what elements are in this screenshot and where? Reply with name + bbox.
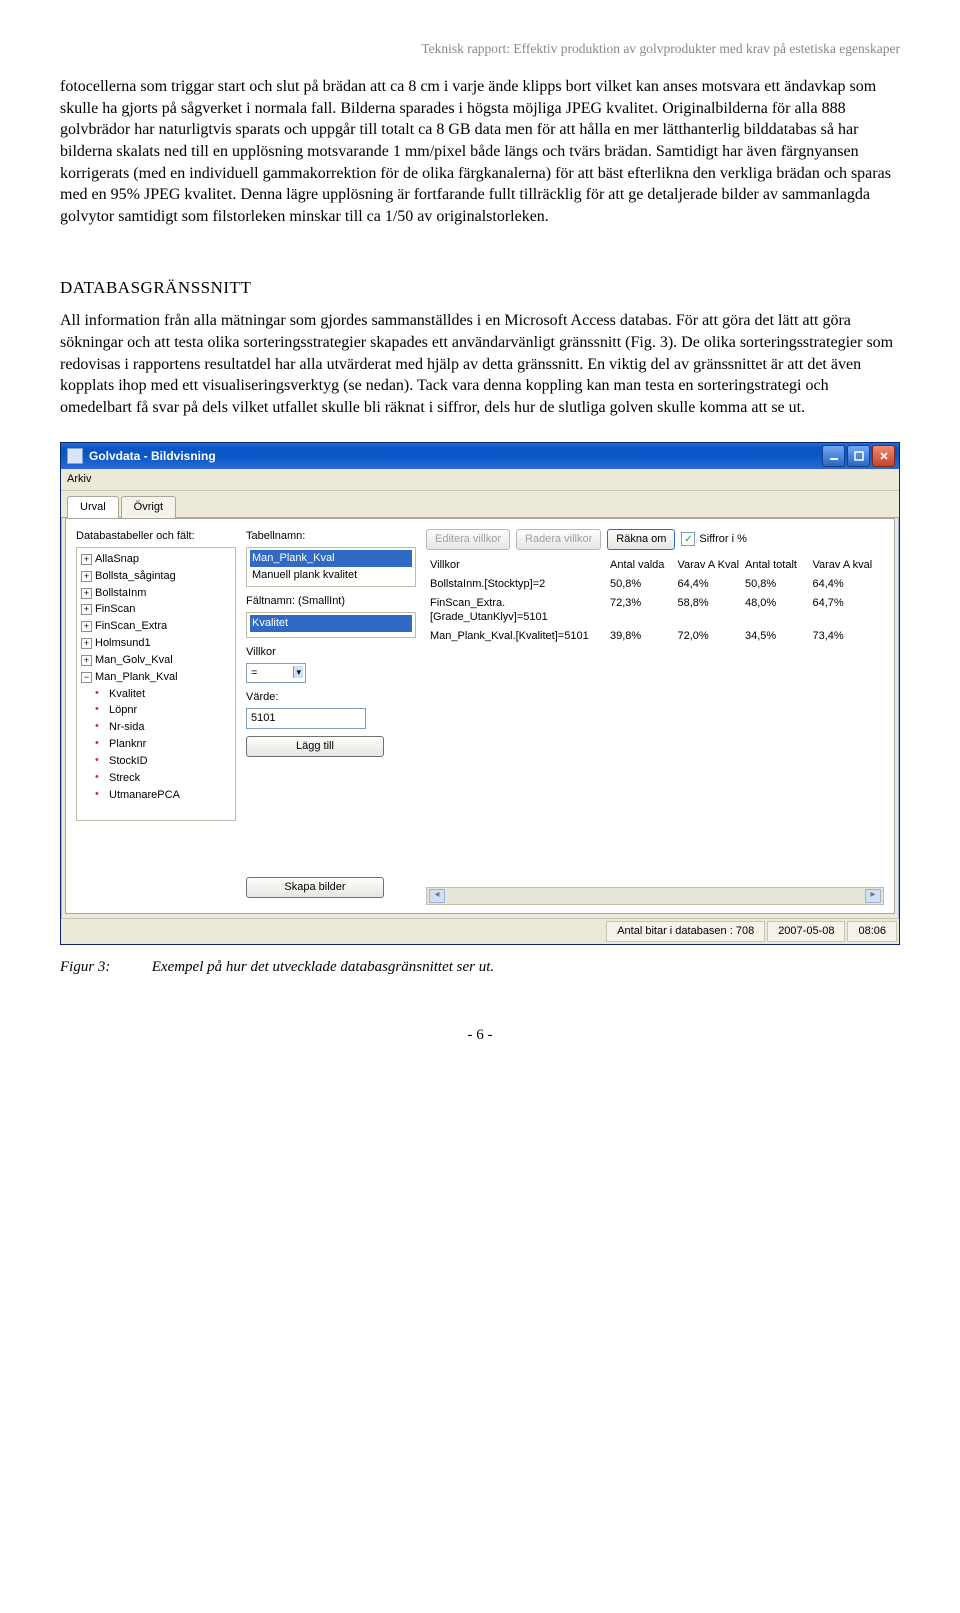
app-window: Golvdata - Bildvisning Arkiv Urval Övrig… [60, 442, 900, 944]
add-button[interactable]: Lägg till [246, 736, 384, 757]
col-head: Varav A Kval [677, 558, 745, 573]
tree-item[interactable]: Holmsund1 [79, 635, 233, 652]
create-images-button[interactable]: Skapa bilder [246, 877, 384, 898]
maximize-button[interactable] [847, 445, 870, 467]
tree-child[interactable]: Kvalitet [79, 686, 233, 703]
tree-label: Databastabeller och fält: [76, 529, 236, 544]
villkor-label: Villkor [246, 645, 416, 660]
status-count: Antal bitar i databasen : 708 [606, 921, 765, 942]
edit-condition-button[interactable]: Editera villkor [426, 529, 510, 550]
villkor-operator-select[interactable]: = [246, 663, 306, 684]
col-head: Antal totalt [745, 558, 813, 573]
cell: 72,3% [610, 596, 678, 626]
value-label: Värde: [246, 690, 416, 705]
tab-ovrigt[interactable]: Övrigt [121, 496, 176, 518]
cell: 48,0% [745, 596, 813, 626]
cell: 64,4% [812, 577, 880, 592]
scroll-right-icon[interactable]: ▸ [865, 889, 881, 903]
delete-condition-button[interactable]: Radera villkor [516, 529, 601, 550]
cell: 72,0% [677, 629, 745, 644]
percent-checkbox-label: Siffror i % [699, 532, 746, 547]
col-head: Antal valda [610, 558, 678, 573]
tab-strip: Urval Övrigt [61, 491, 899, 518]
figure-label: Figur 3: [60, 957, 148, 977]
tree-item[interactable]: AllaSnap [79, 551, 233, 568]
close-button[interactable] [872, 445, 895, 467]
recalc-button[interactable]: Räkna om [607, 529, 675, 550]
table-row[interactable]: Man_Plank_Kval.[Kvalitet]=5101 39,8% 72,… [426, 627, 884, 646]
column-mid: Tabellnamn: Man_Plank_Kval Manuell plank… [246, 529, 416, 905]
minimize-button[interactable] [822, 445, 845, 467]
tree-item[interactable]: Bollsta_sågintag [79, 568, 233, 585]
app-title: Golvdata - Bildvisning [89, 448, 216, 464]
cell: 50,8% [745, 577, 813, 592]
tree-item[interactable]: FinScan_Extra [79, 618, 233, 635]
tab-urval[interactable]: Urval [67, 496, 119, 518]
percent-checkbox[interactable]: ✓ Siffror i % [681, 532, 746, 547]
top-controls: Editera villkor Radera villkor Räkna om … [426, 529, 884, 550]
tree-child[interactable]: Streck [79, 770, 233, 787]
cell: Man_Plank_Kval.[Kvalitet]=5101 [430, 629, 610, 644]
tablename-label: Tabellnamn: [246, 529, 416, 544]
tree-child[interactable]: Planknr [79, 736, 233, 753]
tree-child[interactable]: Löpnr [79, 702, 233, 719]
fieldname-list[interactable]: Kvalitet [246, 612, 416, 638]
client-area: Databastabeller och fält: AllaSnap Bolls… [65, 518, 895, 914]
menu-bar: Arkiv [61, 469, 899, 491]
page-number: - 6 - [60, 1025, 900, 1045]
cell: 34,5% [745, 629, 813, 644]
cell: FinScan_Extra.[Grade_UtanKlyv]=5101 [430, 596, 610, 626]
cell: 39,8% [610, 629, 678, 644]
body-paragraph-1: fotocellerna som triggar start och slut … [60, 76, 900, 227]
tree-item[interactable]: Man_Golv_Kval [79, 652, 233, 669]
menu-arkiv[interactable]: Arkiv [67, 473, 91, 485]
status-bar: Antal bitar i databasen : 708 2007-05-08… [61, 918, 899, 944]
table-row[interactable]: BollstaInm.[Stocktyp]=2 50,8% 64,4% 50,8… [426, 575, 884, 594]
col-head: Villkor [430, 558, 610, 573]
column-right: Editera villkor Radera villkor Räkna om … [426, 529, 884, 905]
cell: 50,8% [610, 577, 678, 592]
cell: 64,4% [677, 577, 745, 592]
table-head: Villkor Antal valda Varav A Kval Antal t… [426, 556, 884, 575]
tree-item[interactable]: BollstaInm [79, 585, 233, 602]
cell: 73,4% [812, 629, 880, 644]
scroll-left-icon[interactable]: ◂ [429, 889, 445, 903]
tree-child[interactable]: StockID [79, 753, 233, 770]
cell: 64,7% [812, 596, 880, 626]
col-head: Varav A kval [812, 558, 880, 573]
tree-child[interactable]: UtmanarePCA [79, 787, 233, 804]
list-item[interactable]: Kvalitet [250, 615, 412, 632]
app-icon [67, 448, 83, 464]
cell: BollstaInm.[Stocktyp]=2 [430, 577, 610, 592]
results-table: Villkor Antal valda Varav A Kval Antal t… [426, 556, 884, 646]
horizontal-scrollbar[interactable]: ◂ ▸ [426, 887, 884, 905]
tree-child[interactable]: Nr-sida [79, 719, 233, 736]
status-date: 2007-05-08 [767, 921, 845, 942]
db-tree[interactable]: AllaSnap Bollsta_sågintag BollstaInm Fin… [76, 547, 236, 821]
value-input[interactable]: 5101 [246, 708, 366, 729]
fieldname-label: Fältnamn: (SmallInt) [246, 594, 416, 609]
cell: 58,8% [677, 596, 745, 626]
body-paragraph-2: All information från alla mätningar som … [60, 310, 900, 418]
tablename-list[interactable]: Man_Plank_Kval Manuell plank kvalitet [246, 547, 416, 587]
running-header: Teknisk rapport: Effektiv produktion av … [60, 40, 900, 58]
figure-caption: Figur 3: Exempel på hur det utvecklade d… [60, 957, 900, 977]
table-row[interactable]: FinScan_Extra.[Grade_UtanKlyv]=5101 72,3… [426, 594, 884, 628]
title-bar[interactable]: Golvdata - Bildvisning [61, 443, 899, 469]
tree-item-open[interactable]: Man_Plank_Kval [79, 669, 233, 686]
list-item[interactable]: Man_Plank_Kval [250, 550, 412, 567]
check-icon: ✓ [681, 532, 695, 546]
section-heading: DATABASGRÄNSSNITT [60, 277, 900, 300]
status-time: 08:06 [847, 921, 897, 942]
list-item[interactable]: Manuell plank kvalitet [250, 567, 412, 584]
column-left: Databastabeller och fält: AllaSnap Bolls… [76, 529, 236, 905]
tree-item[interactable]: FinScan [79, 601, 233, 618]
window-controls [822, 445, 895, 467]
figure-caption-text: Exempel på hur det utvecklade databasgrä… [152, 959, 494, 975]
